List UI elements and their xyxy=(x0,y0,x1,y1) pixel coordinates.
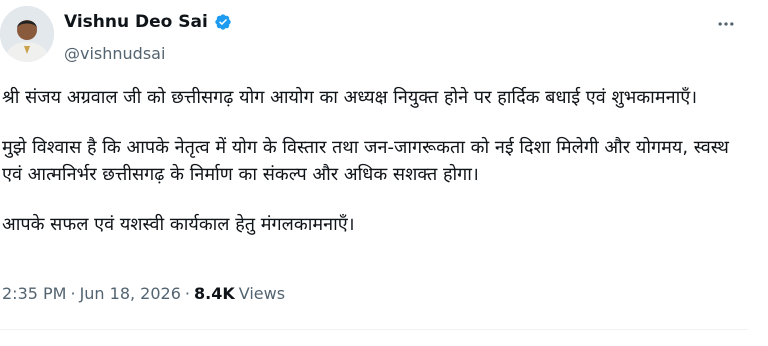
tweet-date[interactable]: Jun 18, 2026 xyxy=(80,284,181,303)
tweet-text: श्री संजय अग्रवाल जी को छत्तीसगढ़ योग आय… xyxy=(2,84,737,238)
author-name[interactable]: Vishnu Deo Sai xyxy=(64,12,208,32)
more-options-icon[interactable] xyxy=(712,10,740,38)
tweet-paragraph: आपके सफल एवं यशस्वी कार्यकाल हेतु मंगलका… xyxy=(2,214,355,235)
tweet-meta: 2:35 PM · Jun 18, 2026 · 8.4K Views xyxy=(2,284,285,303)
verified-badge-icon xyxy=(214,13,232,31)
tweet-paragraph: मुझे विश्वास है कि आपके नेतृत्व में योग … xyxy=(2,137,729,185)
views-label: Views xyxy=(238,284,286,303)
tweet-time[interactable]: 2:35 PM xyxy=(2,284,66,303)
views-count: 8.4K xyxy=(194,284,235,303)
tweet-paragraph: श्री संजय अग्रवाल जी को छत्तीसगढ़ योग आय… xyxy=(2,87,698,108)
meta-separator: · xyxy=(184,284,190,303)
divider xyxy=(0,329,748,330)
avatar[interactable] xyxy=(0,6,54,62)
author-handle[interactable]: @vishnudsai xyxy=(64,44,165,63)
meta-separator: · xyxy=(70,284,76,303)
